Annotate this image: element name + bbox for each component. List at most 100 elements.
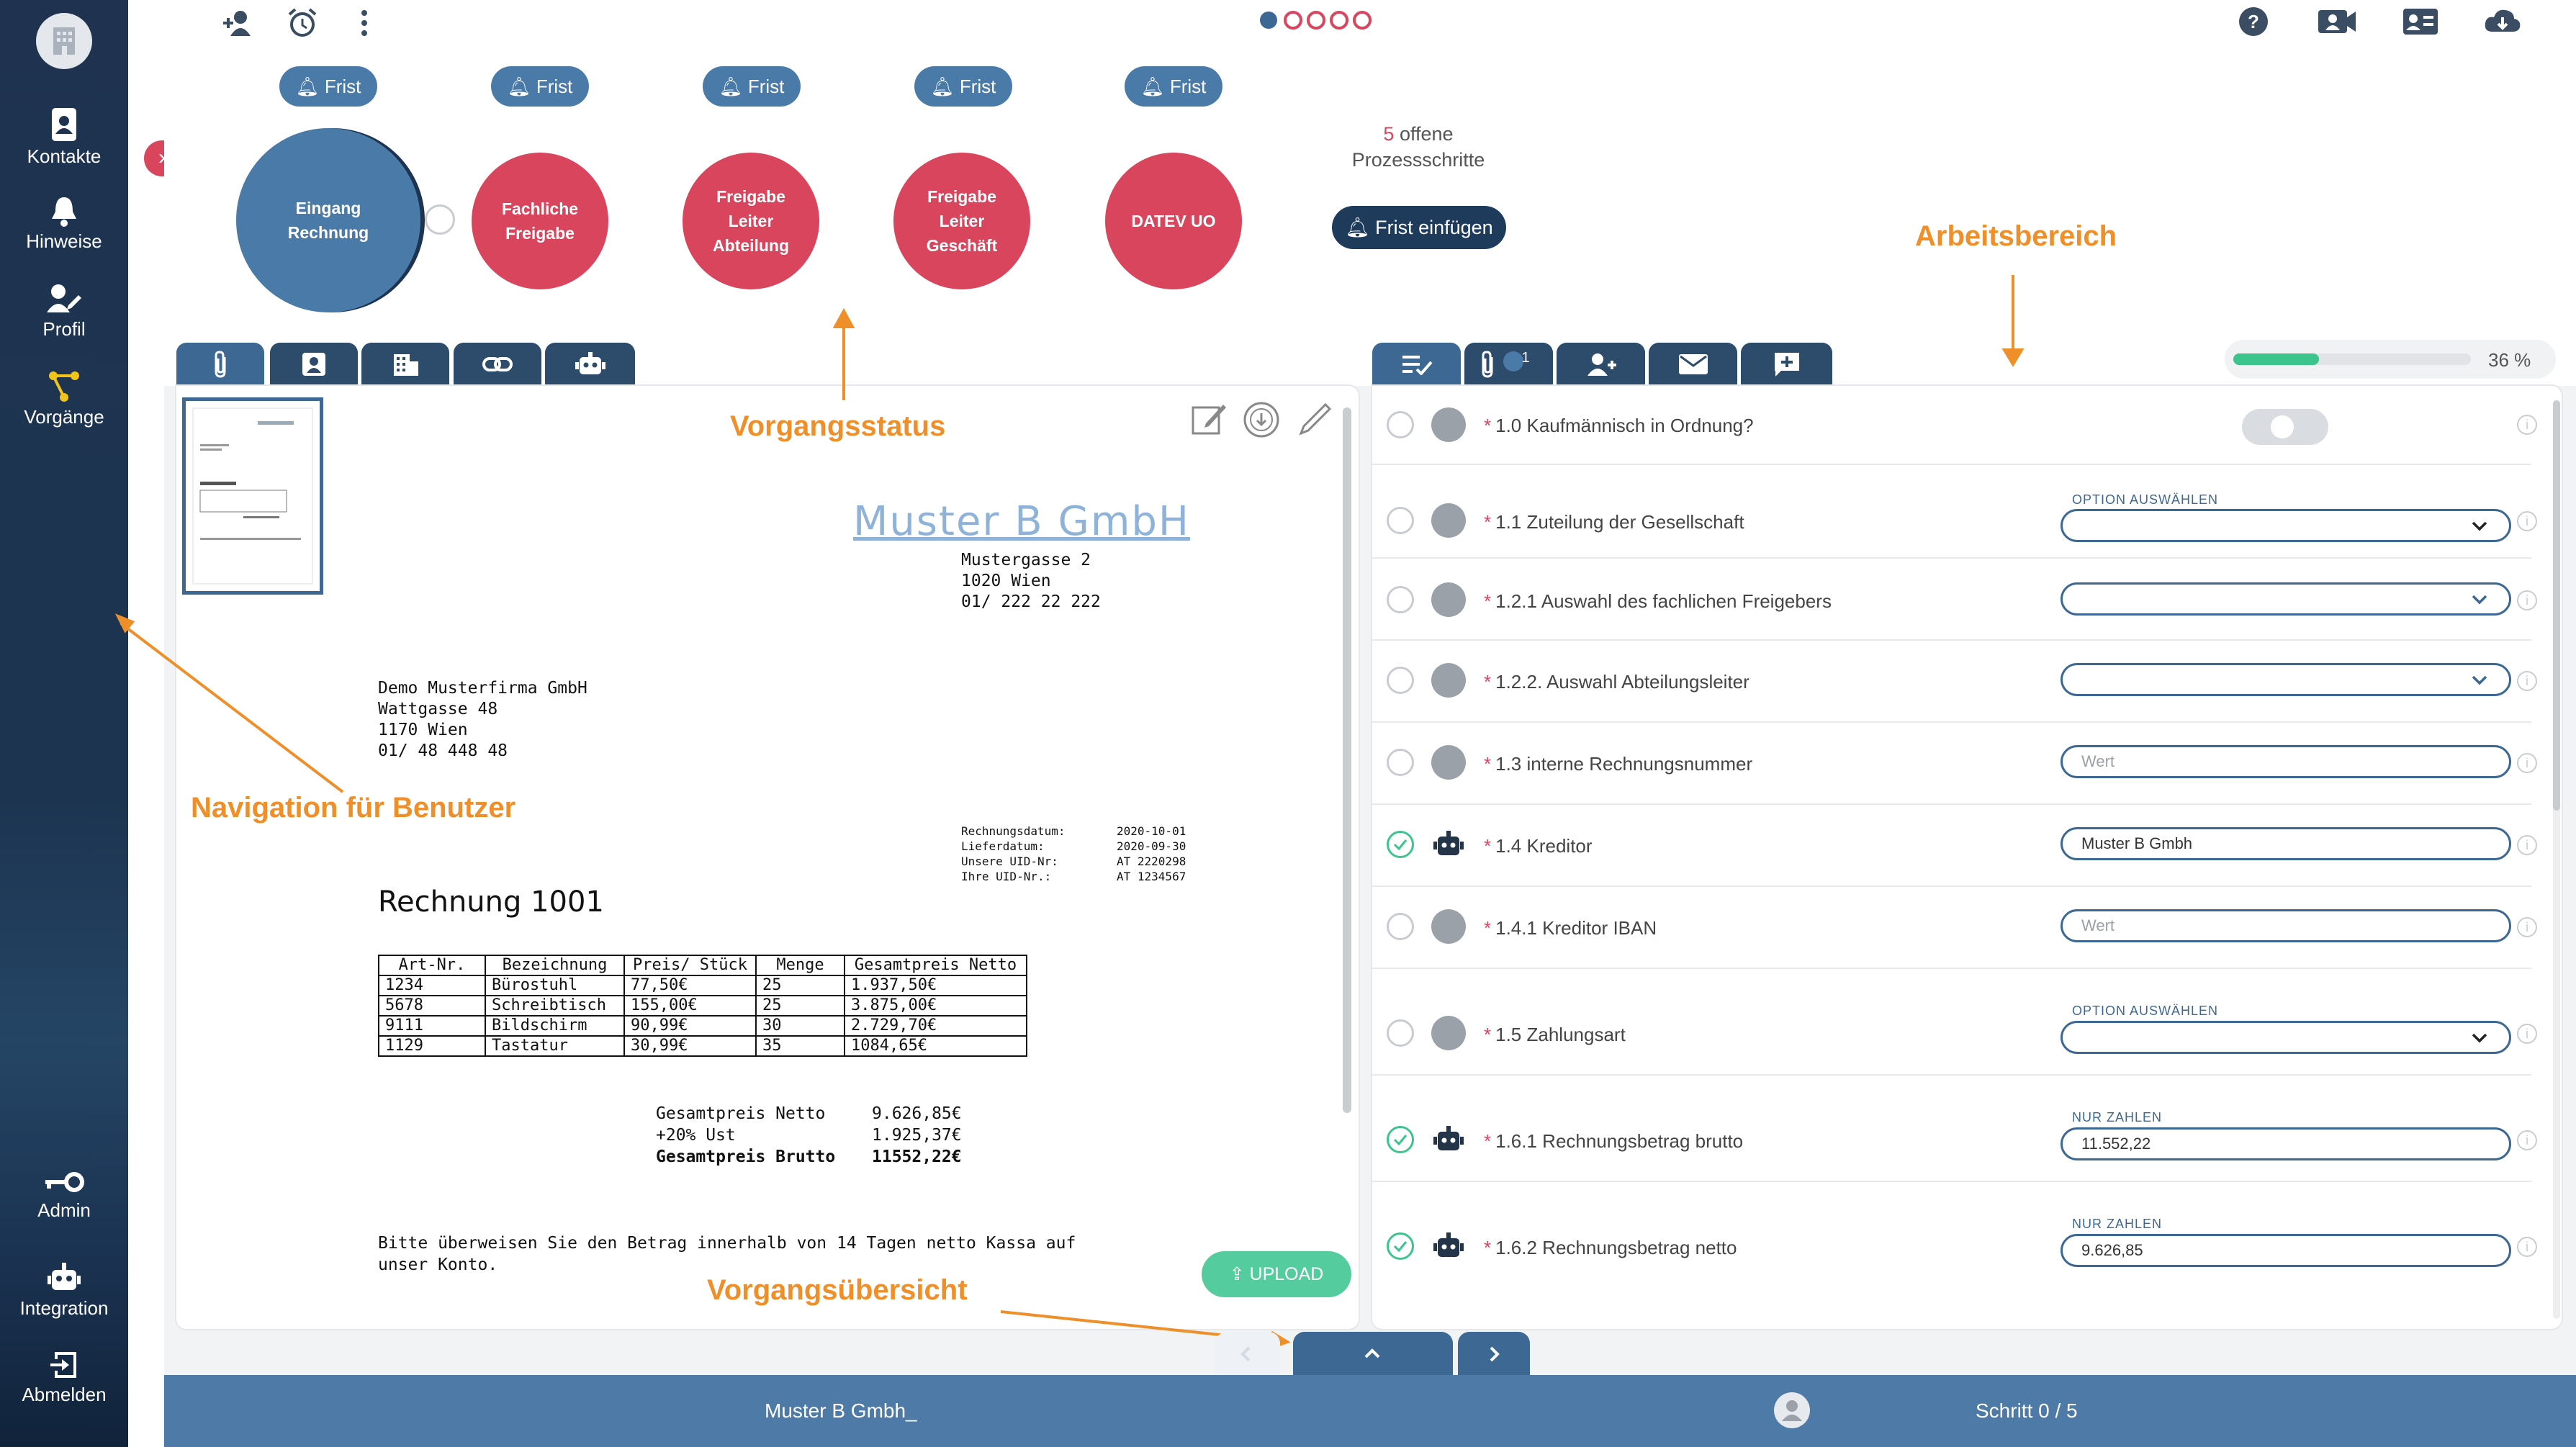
info-icon[interactable]: i [2517, 671, 2537, 691]
pen-icon[interactable] [1295, 400, 1334, 439]
stage-datev-uo[interactable]: DATEV UO [1105, 153, 1242, 289]
frist-button[interactable]: 🔔︎ Frist [491, 66, 589, 107]
cloud-download-icon[interactable] [2482, 6, 2523, 37]
stage-freigabe-leiter-abteilung[interactable]: Freigabe Leiter Abteilung [683, 153, 819, 289]
zahlungsart-select[interactable] [2061, 1021, 2511, 1054]
tab-assign-user[interactable] [1557, 343, 1645, 386]
sidebar-item-admin[interactable]: Admin [0, 1168, 128, 1222]
frist-button[interactable]: 🔔︎ Frist [703, 66, 801, 107]
check-circle-icon[interactable] [1387, 1126, 1414, 1153]
info-icon[interactable]: i [2517, 1024, 2537, 1044]
frist-button[interactable]: 🔔︎ Frist [279, 66, 377, 107]
sidebar-item-integration[interactable]: Integration [0, 1261, 128, 1320]
check-circle-icon[interactable] [1387, 749, 1414, 776]
video-contact-icon[interactable] [2317, 6, 2357, 37]
download-circle-icon[interactable] [1242, 400, 1281, 439]
stage-label: Freigabe Leiter Abteilung [712, 187, 790, 255]
check-circle-icon[interactable] [1387, 667, 1414, 694]
kaufmaennisch-toggle[interactable] [2242, 409, 2328, 445]
total-label: Gesamtpreis Brutto [656, 1148, 836, 1166]
document-thumbnail[interactable] [182, 397, 323, 595]
address-line: Demo Musterfirma GmbH [378, 679, 587, 698]
question-text: 1.3 interne Rechnungsnummer [1495, 753, 1753, 775]
info-icon[interactable]: i [2517, 835, 2537, 855]
abteilungsleiter-select[interactable] [2061, 663, 2511, 696]
sidebar-item-abmelden[interactable]: Abmelden [0, 1349, 128, 1406]
step-indicator[interactable] [1258, 9, 1381, 32]
invoice-items-table: Art-Nr. Bezeichnung Preis/ Stück Menge G… [378, 955, 1027, 1057]
fachlicher-freigeber-select[interactable] [2061, 582, 2511, 616]
info-icon[interactable]: i [2517, 753, 2537, 773]
help-icon[interactable]: ? [2238, 6, 2269, 37]
upload-button[interactable]: ⇪ UPLOAD [1202, 1251, 1351, 1297]
checklist-row: * 1.0 Kaufmännisch in Ordnung? i [1372, 386, 2537, 465]
stage-eingang-rechnung[interactable]: Eingang Rechnung [236, 128, 420, 312]
tab-automation[interactable] [545, 343, 635, 386]
tab-attachments[interactable]: 1 [1464, 343, 1553, 386]
info-icon[interactable]: i [2517, 415, 2537, 435]
check-circle-icon[interactable] [1387, 411, 1414, 438]
add-user-icon[interactable] [222, 9, 255, 37]
user-avatar-icon [1431, 745, 1466, 780]
stage-freigabe-leiter-geschaeft[interactable]: Freigabe Leiter Geschäft [893, 153, 1030, 289]
sidebar-item-vorgaenge[interactable]: Vorgänge [0, 370, 128, 428]
sidebar-item-profil[interactable]: Profil [0, 282, 128, 341]
rechnungsnummer-input[interactable]: Wert [2061, 745, 2511, 778]
user-avatar-icon [1431, 663, 1466, 698]
info-icon[interactable]: i [2517, 1237, 2537, 1257]
kreditor-iban-input[interactable]: Wert [2061, 909, 2511, 942]
info-icon[interactable]: i [2517, 511, 2537, 531]
workarea-scrollbar[interactable] [2553, 400, 2560, 811]
table-row: 5678 Schreibtisch 155,00€ 25 3.875,00€ [378, 995, 1027, 1016]
tab-email[interactable] [1649, 343, 1737, 386]
prev-button[interactable] [1215, 1332, 1280, 1376]
check-circle-icon[interactable] [1387, 586, 1414, 613]
robot-icon [1433, 1126, 1464, 1150]
user-avatar-icon [1431, 582, 1466, 617]
next-button[interactable] [1458, 1332, 1530, 1376]
rechnungsbetrag-netto-input[interactable]: 9.626,85 [2061, 1234, 2511, 1267]
sidebar-item-kontakte[interactable]: Kontakte [0, 107, 128, 168]
tab-links[interactable] [454, 343, 541, 386]
bell-icon: 🔔︎ [1140, 76, 1165, 97]
frist-button[interactable]: 🔔︎ Frist [914, 66, 1012, 107]
question-text: 1.2.2. Auswahl Abteilungsleiter [1495, 671, 1749, 693]
check-circle-icon[interactable] [1387, 1232, 1414, 1260]
question-label: * 1.0 Kaufmännisch in Ordnung? [1484, 415, 1754, 436]
info-icon[interactable]: i [2517, 917, 2537, 937]
document-scrollbar[interactable] [1343, 407, 1351, 1113]
tab-attachments[interactable] [176, 343, 264, 386]
address-line: 01/ 48 448 48 [378, 741, 508, 760]
tab-company[interactable] [361, 343, 449, 386]
expand-overview-button[interactable] [1293, 1332, 1453, 1376]
frist-button[interactable]: 🔔︎ Frist [1125, 66, 1222, 107]
edit-icon[interactable] [1190, 400, 1228, 438]
question-text: 1.5 Zahlungsart [1495, 1024, 1626, 1045]
logout-icon [50, 1352, 76, 1378]
check-circle-icon[interactable] [1387, 831, 1414, 858]
checklist-row: * 1.1 Zuteilung der Gesellschaft OPTION A… [1372, 464, 2537, 559]
gesellschaft-select[interactable] [2061, 509, 2511, 542]
company-logo[interactable] [36, 13, 92, 69]
contact-card-icon[interactable] [2402, 6, 2439, 37]
tab-checklist[interactable] [1372, 343, 1461, 386]
process-overview-bar[interactable]: Muster B Gmbh_ Schritt 0 / 5 [164, 1375, 2576, 1447]
info-icon[interactable]: i [2517, 1130, 2537, 1150]
rechnungsbetrag-brutto-input[interactable]: 11.552,22 [2061, 1127, 2511, 1160]
question-label: * 1.4.1 Kreditor IBAN [1484, 917, 1657, 939]
tab-contact[interactable] [270, 343, 358, 386]
tab-add-note[interactable] [1741, 343, 1832, 386]
sidebar-item-hinweise[interactable]: Hinweise [0, 194, 128, 253]
question-label: * 1.5 Zahlungsart [1484, 1024, 1626, 1045]
check-circle-icon[interactable] [1387, 913, 1414, 940]
info-icon[interactable]: i [2517, 590, 2537, 610]
check-circle-icon[interactable] [1387, 1019, 1414, 1047]
kreditor-input[interactable]: Muster B Gmbh [2061, 827, 2511, 860]
frist-einfuegen-button[interactable]: 🔔︎ Frist einfügen [1332, 206, 1506, 249]
check-circle-icon[interactable] [1387, 507, 1414, 534]
building-icon [394, 354, 418, 376]
upload-icon: ⇪ [1229, 1264, 1245, 1284]
more-vertical-icon[interactable] [359, 9, 370, 37]
alarm-clock-icon[interactable] [287, 7, 318, 39]
stage-fachliche-freigabe[interactable]: Fachliche Freigabe [472, 153, 608, 289]
